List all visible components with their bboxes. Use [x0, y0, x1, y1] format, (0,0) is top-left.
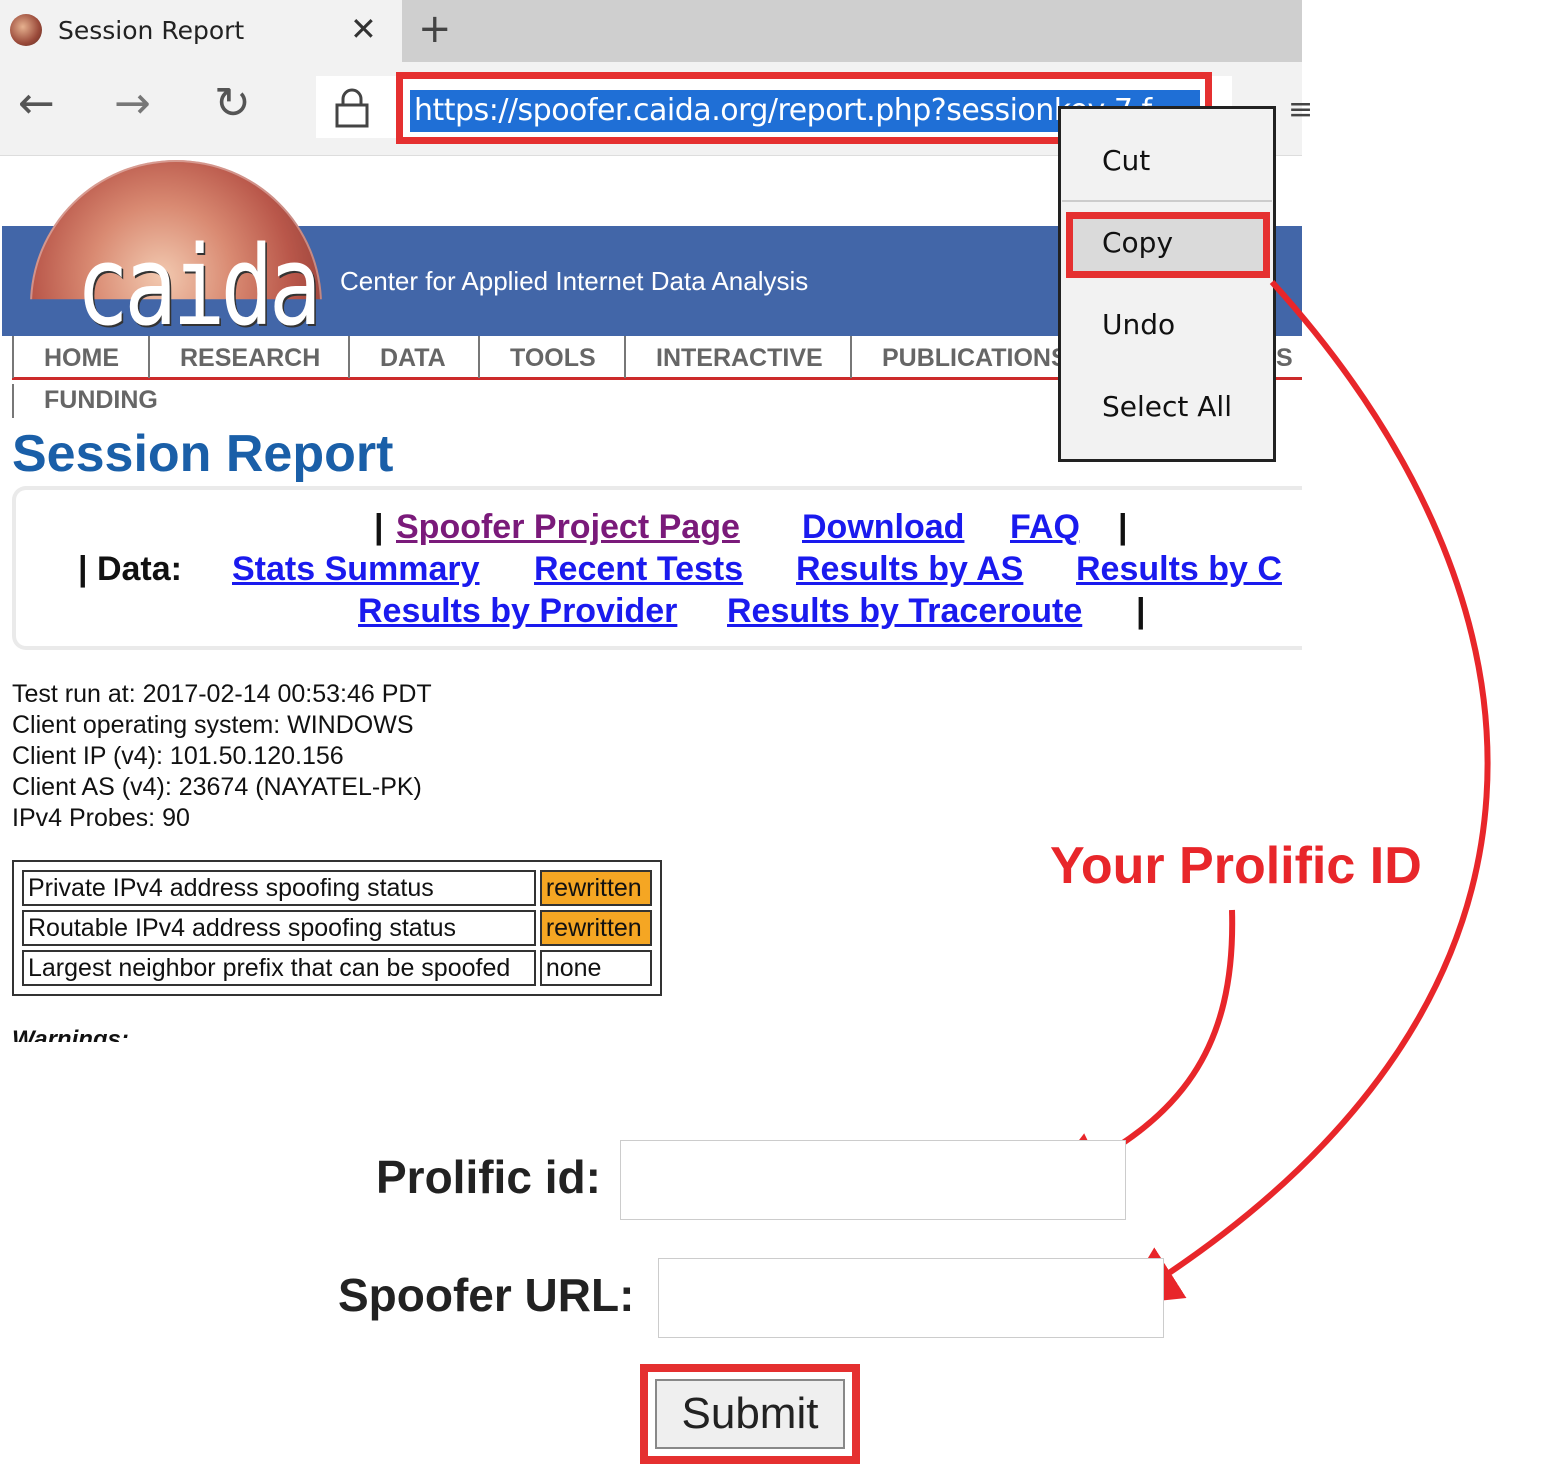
annotation-arrows [1043, 279, 1491, 1305]
prolific-id-label: Prolific id: [376, 1151, 601, 1203]
spoofer-url-input[interactable] [658, 1258, 1164, 1338]
prolific-id-input[interactable] [620, 1140, 1126, 1220]
arrow-to-prolific-id [1043, 909, 1236, 1188]
prolific-id-annotation: Your Prolific ID [1050, 837, 1422, 895]
spoofer-url-label: Spoofer URL: [338, 1269, 635, 1321]
arrow-to-spoofer-url [1119, 279, 1491, 1305]
submit-button[interactable]: Submit [655, 1379, 845, 1449]
